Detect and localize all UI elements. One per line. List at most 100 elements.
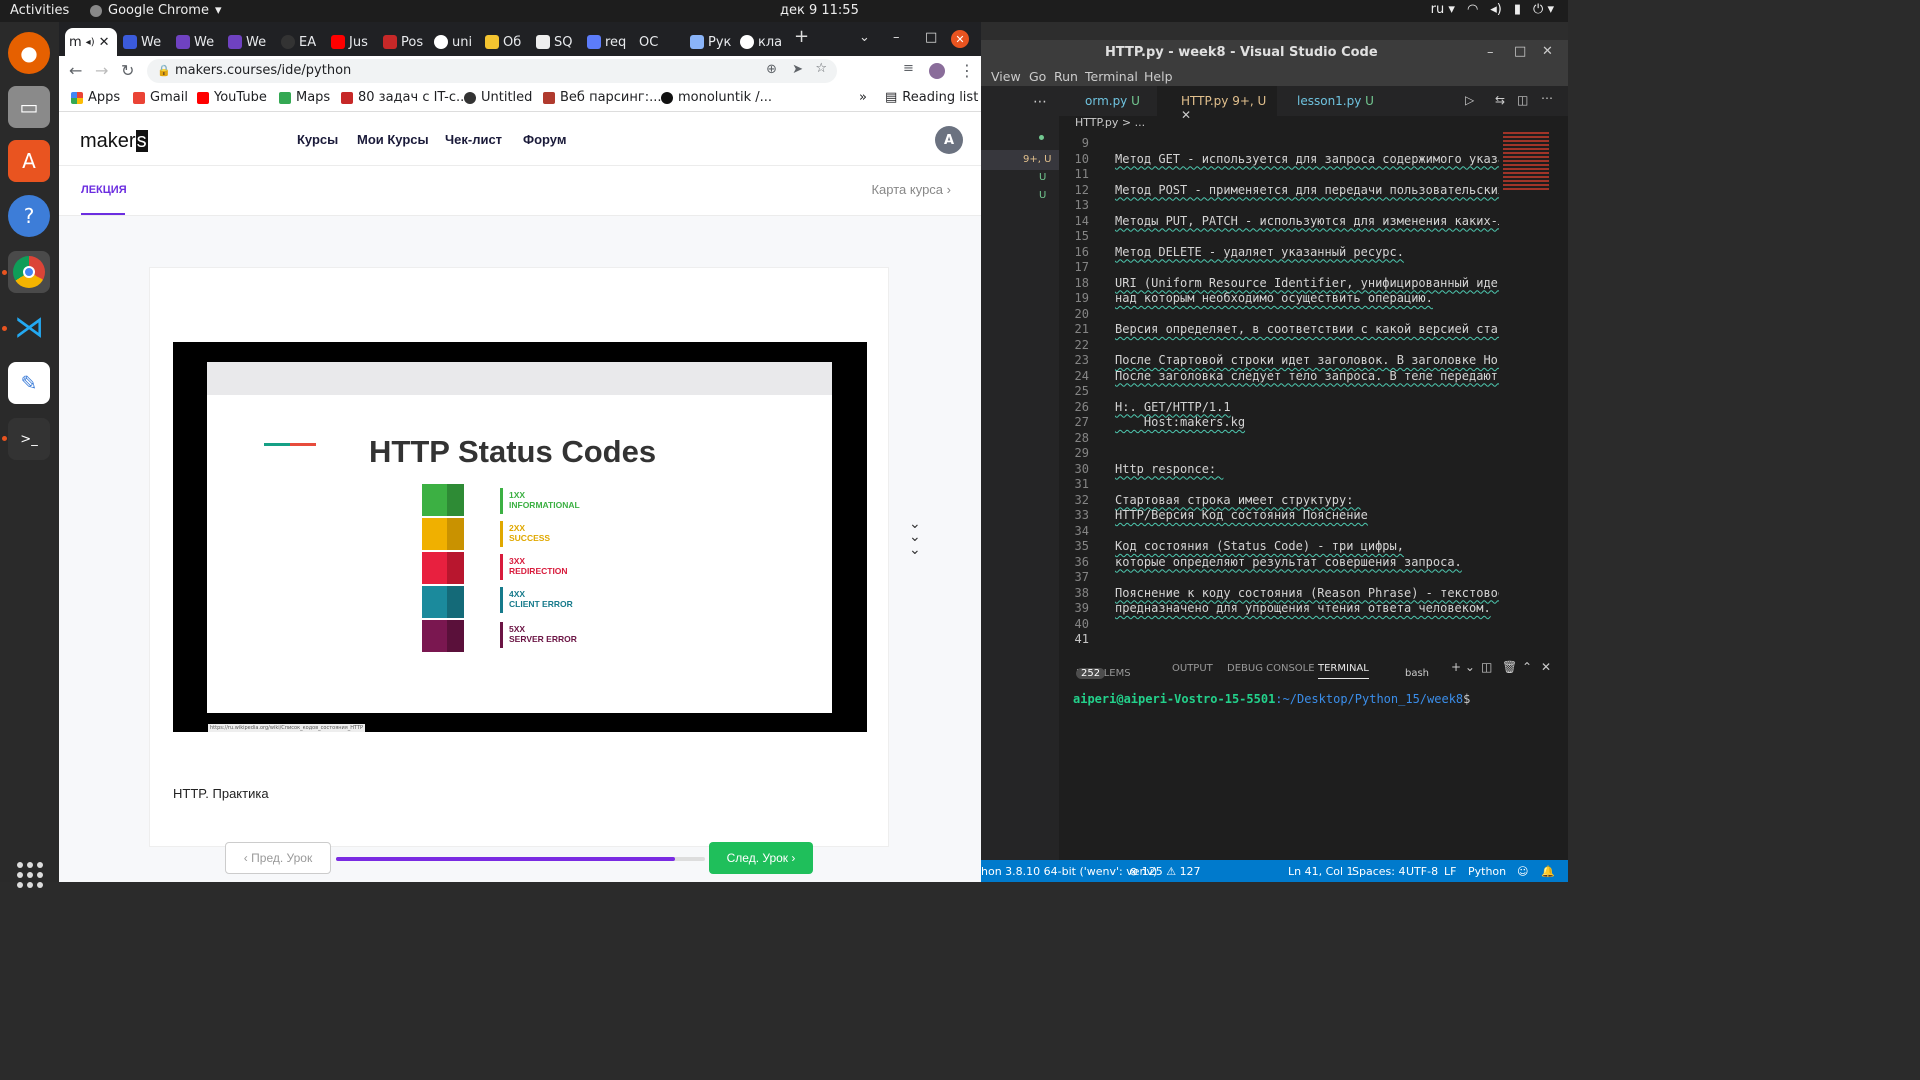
browser-tab[interactable]: We bbox=[119, 28, 165, 56]
editor-tab-lesson1[interactable]: lesson1.py U bbox=[1281, 86, 1381, 116]
code-line[interactable]: Метод GET - используется для запроса сод… bbox=[1115, 152, 1499, 166]
editor-tab-orm[interactable]: orm.py U bbox=[1069, 86, 1155, 116]
chevron-down-icon[interactable]: ⌄ bbox=[909, 542, 921, 558]
makers-logo[interactable]: makers bbox=[80, 130, 148, 153]
code-line[interactable]: Пояснение к коду состояния (Reason Phras… bbox=[1115, 586, 1499, 600]
code-line[interactable]: Стартовая строка имеет структуру: bbox=[1115, 493, 1361, 507]
zoom-icon[interactable]: ⊕ bbox=[766, 62, 777, 77]
close-window-icon[interactable]: ✕ bbox=[1542, 44, 1553, 59]
prev-lesson-button[interactable]: ‹ Пред. Урок bbox=[225, 842, 331, 874]
bookmark-star-icon[interactable]: ☆ bbox=[815, 61, 827, 76]
menu-run[interactable]: Run bbox=[1054, 69, 1078, 84]
more-actions-icon[interactable]: ⋯ bbox=[1541, 91, 1553, 105]
code-line[interactable]: После Стартовой строки идет заголовок. В… bbox=[1115, 353, 1499, 367]
files-icon[interactable]: ▭ bbox=[8, 86, 50, 128]
volume-icon[interactable]: ◂) bbox=[1490, 2, 1502, 17]
firefox-icon[interactable]: ● bbox=[8, 32, 50, 74]
browser-tab[interactable]: Об bbox=[481, 28, 525, 56]
maximize-panel-icon[interactable]: ⌃ bbox=[1522, 660, 1532, 674]
keyboard-layout[interactable]: ru ▾ bbox=[1431, 2, 1455, 17]
browser-tab[interactable]: Jus bbox=[327, 28, 372, 56]
active-app-menu[interactable]: Google Chrome ▾ bbox=[90, 3, 222, 18]
status-indentation[interactable]: Spaces: 4 bbox=[1352, 865, 1405, 878]
new-tab-icon[interactable]: + bbox=[794, 26, 809, 47]
code-line[interactable]: H:. GET/HTTP/1.1 bbox=[1115, 400, 1231, 414]
menu-view[interactable]: View bbox=[991, 69, 1021, 84]
new-terminal-icon[interactable]: + ⌄ bbox=[1451, 660, 1475, 674]
bookmark-github[interactable]: monoluntik /... bbox=[661, 90, 772, 105]
close-tab-icon[interactable]: ✕ bbox=[99, 35, 110, 50]
help-icon[interactable]: ? bbox=[8, 195, 50, 237]
more-actions-icon[interactable]: ⋯ bbox=[1033, 94, 1047, 110]
terminal-output[interactable]: aiperi@aiperi-Vostro-15-5501:~/Desktop/P… bbox=[1073, 692, 1470, 706]
nav-courses[interactable]: Курсы bbox=[297, 132, 338, 147]
reading-list[interactable]: ▤ Reading list bbox=[885, 90, 978, 105]
browser-tab[interactable]: req bbox=[583, 28, 630, 56]
chrome-dock-icon[interactable] bbox=[8, 251, 50, 293]
activities-button[interactable]: Activities bbox=[10, 3, 69, 18]
tab-search-icon[interactable]: ⌄ bbox=[859, 30, 870, 45]
power-icon[interactable]: ⏻ ▾ bbox=[1533, 2, 1554, 17]
code-line[interactable]: Метод DELETE - удаляет указанный ресурс. bbox=[1115, 245, 1404, 259]
notifications-icon[interactable]: 🔔 bbox=[1541, 865, 1555, 878]
terminal-icon[interactable]: >_ bbox=[8, 418, 50, 460]
minimize-icon[interactable]: – bbox=[893, 30, 900, 45]
bookmarks-overflow-icon[interactable]: » bbox=[859, 90, 867, 105]
browser-tab[interactable]: Рук bbox=[686, 28, 735, 56]
run-icon[interactable]: ▷ bbox=[1465, 93, 1474, 107]
split-editor-icon[interactable]: ◫ bbox=[1517, 93, 1528, 107]
text-editor-icon[interactable]: ✎ bbox=[8, 362, 50, 404]
clock[interactable]: дек 9 11:55 bbox=[780, 3, 859, 18]
lock-icon[interactable]: 🔒 bbox=[157, 64, 171, 77]
browser-tab[interactable]: ОС bbox=[635, 28, 662, 56]
system-tray[interactable]: ru ▾ ◠ ◂) ▮ ⏻ ▾ bbox=[1431, 2, 1554, 17]
bookmark-maps[interactable]: Maps bbox=[279, 90, 330, 105]
breadcrumb-text[interactable]: HTTP.py > ... bbox=[1075, 116, 1145, 129]
send-icon[interactable]: ➤ bbox=[792, 62, 803, 77]
code-editor[interactable]: 9 10 Метод GET - используется для запроса … bbox=[1059, 132, 1499, 648]
browser-tab[interactable]: EA bbox=[277, 28, 320, 56]
bookmark-apps[interactable]: Apps bbox=[71, 90, 120, 105]
course-map-link[interactable]: Карта курса › bbox=[871, 182, 951, 197]
split-terminal-icon[interactable]: ◫ bbox=[1481, 660, 1492, 674]
maximize-icon[interactable]: □ bbox=[925, 30, 937, 45]
code-line[interactable]: Код состояния (Status Code) - три цифры, bbox=[1115, 539, 1404, 553]
bookmark-80-tasks[interactable]: 80 задач с IT-с... bbox=[341, 90, 468, 105]
status-eol[interactable]: LF bbox=[1444, 865, 1456, 878]
show-applications-icon[interactable] bbox=[17, 862, 43, 888]
media-control-icon[interactable]: ≡ bbox=[903, 61, 914, 76]
forward-icon[interactable]: → bbox=[95, 61, 108, 80]
status-problems[interactable]: ⊗ 125 ⚠ 127 bbox=[1129, 865, 1201, 878]
code-line[interactable]: которые определяют результат совершения … bbox=[1115, 555, 1462, 569]
panel-tab-output[interactable]: OUTPUT bbox=[1172, 663, 1213, 674]
code-line[interactable]: над которым необходимо осуществить опера… bbox=[1115, 291, 1433, 305]
code-line[interactable]: Методы PUT, PATCH - используются для изм… bbox=[1115, 214, 1499, 228]
compare-icon[interactable]: ⇆ bbox=[1495, 93, 1505, 107]
code-line[interactable]: Версия определяет, в соответствии с како… bbox=[1115, 322, 1499, 336]
editor-tab-http[interactable]: HTTP.py 9+, U ✕ bbox=[1157, 86, 1277, 122]
nav-checklist[interactable]: Чек-лист bbox=[445, 132, 502, 147]
bookmark-web-parsing[interactable]: Веб парсинг:... bbox=[543, 90, 662, 105]
software-center-icon[interactable]: A bbox=[8, 140, 50, 182]
browser-tab[interactable]: кла bbox=[736, 28, 786, 56]
tab-lecture[interactable]: ЛЕКЦИЯ bbox=[81, 184, 127, 196]
kebab-menu-icon[interactable]: ⋮ bbox=[959, 61, 975, 80]
address-bar[interactable]: 🔒 makers.courses/ide/python ⊕ ➤ ☆ bbox=[147, 59, 837, 83]
status-encoding[interactable]: UTF-8 bbox=[1406, 865, 1438, 878]
code-line[interactable]: После заголовка следует тело запроса. В … bbox=[1115, 369, 1499, 383]
source-link[interactable]: https://ru.wikipedia.org/wiki/Список_код… bbox=[208, 724, 366, 732]
vscode-icon[interactable]: ⋊ bbox=[8, 306, 50, 348]
menu-terminal[interactable]: Terminal bbox=[1085, 69, 1138, 84]
code-line[interactable]: Метод POST - применяется для передачи по… bbox=[1115, 183, 1499, 197]
browser-tab[interactable]: Pos bbox=[379, 28, 427, 56]
browser-tab-active[interactable]: m ◂) ✕ bbox=[65, 28, 117, 56]
minimize-icon[interactable]: – bbox=[1487, 45, 1494, 60]
status-cursor-position[interactable]: Ln 41, Col 1 bbox=[1288, 865, 1354, 878]
reload-icon[interactable]: ↻ bbox=[121, 61, 134, 80]
audio-icon[interactable]: ◂) bbox=[86, 37, 95, 48]
code-line[interactable]: Http responce: bbox=[1115, 462, 1223, 476]
menu-help[interactable]: Help bbox=[1144, 69, 1173, 84]
minimap[interactable] bbox=[1499, 132, 1559, 648]
bookmark-youtube[interactable]: YouTube bbox=[197, 90, 267, 105]
profile-avatar[interactable] bbox=[929, 63, 945, 79]
